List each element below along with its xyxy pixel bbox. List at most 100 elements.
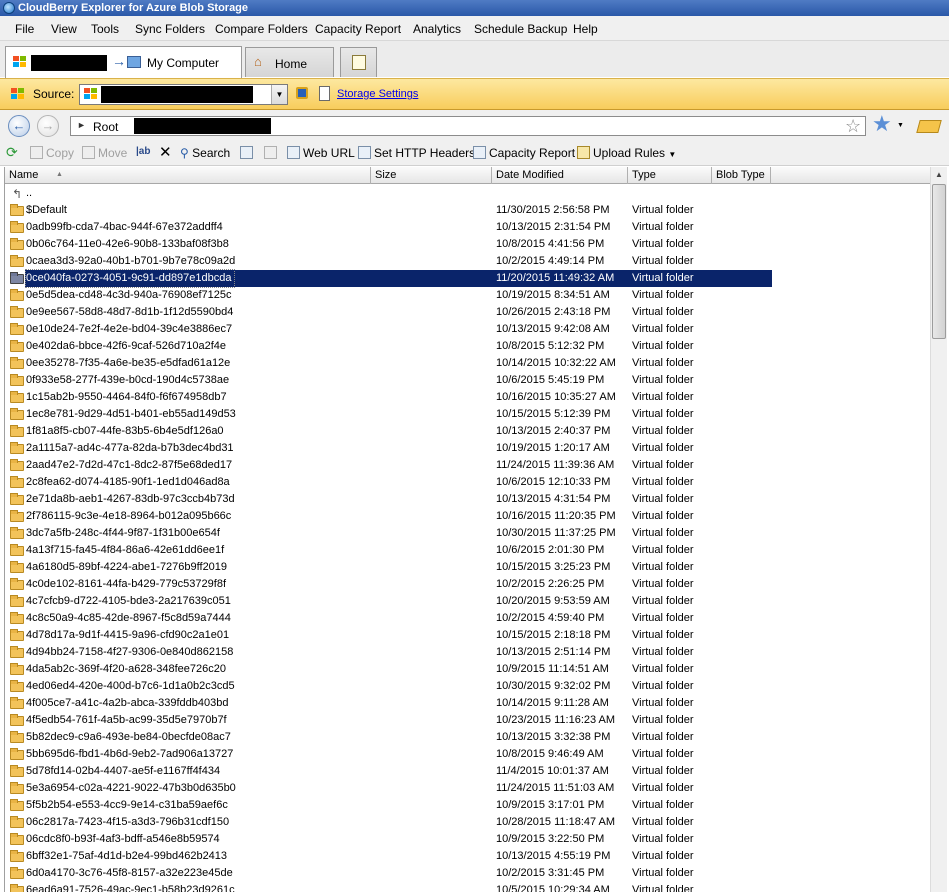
- tab-azure-my-computer[interactable]: → My Computer: [5, 46, 242, 78]
- folder-icon: [10, 646, 24, 658]
- bookmark-star-icon[interactable]: ☆: [845, 117, 861, 135]
- row-name: 2f786115-9c3e-4e18-8964-b012a095b66c: [26, 510, 232, 522]
- chevron-down-icon[interactable]: ▼: [271, 85, 287, 104]
- menu-view[interactable]: View: [51, 22, 77, 36]
- parent-folder-row[interactable]: ↰ ..: [5, 185, 930, 202]
- table-row[interactable]: 4c8c50a9-4c85-42de-8967-f5c8d59a7444 10/2…: [5, 610, 930, 627]
- menu-tools[interactable]: Tools: [91, 22, 119, 36]
- table-row[interactable]: 4f005ce7-a41c-4a2b-abca-339fddb403bd 10/1…: [5, 695, 930, 712]
- table-row[interactable]: 4a6180d5-89bf-4224-abe1-7276b9ff2019 10/1…: [5, 559, 930, 576]
- search-button[interactable]: ⚲ Search: [180, 146, 230, 160]
- storage-settings-link[interactable]: Storage Settings: [337, 88, 418, 100]
- table-row[interactable]: 06c2817a-7423-4f15-a3d3-796b31cdf150 10/2…: [5, 814, 930, 831]
- table-row[interactable]: 4ed06ed4-420e-400d-b7c6-1d1a0b2c3cd5 10/3…: [5, 678, 930, 695]
- table-row[interactable]: 6ead6a91-7526-49ac-9ec1-b58b23d9261c 10/5…: [5, 882, 930, 892]
- new-tab-button[interactable]: [340, 47, 377, 77]
- column-header-name[interactable]: Name ▲: [5, 167, 371, 184]
- table-row[interactable]: 2aad47e2-7d2d-47c1-8dc2-87f5e68ded17 11/2…: [5, 457, 930, 474]
- table-row[interactable]: 4c7cfcb9-d722-4105-bde3-2a217639c051 10/2…: [5, 593, 930, 610]
- table-row[interactable]: 6d0a4170-3c76-45f8-8157-a32e223e45de 10/2…: [5, 865, 930, 882]
- menu-schedule-backup[interactable]: Schedule Backup: [474, 22, 567, 36]
- table-row[interactable]: 3dc7a5fb-248c-4f44-9f87-1f31b00e654f 10/3…: [5, 525, 930, 542]
- column-header-type[interactable]: Type: [628, 167, 712, 184]
- table-row[interactable]: 4da5ab2c-369f-4f20-a628-348fee726c20 10/9…: [5, 661, 930, 678]
- arrow-right-icon: →: [112, 53, 126, 69]
- tab-label-my-computer: My Computer: [147, 56, 220, 70]
- forward-arrow-icon[interactable]: →: [37, 115, 59, 137]
- column-header-size[interactable]: Size: [371, 167, 492, 184]
- folder-icon: [10, 238, 24, 250]
- preview-button[interactable]: [264, 146, 280, 160]
- scroll-up-arrow-icon[interactable]: ▲: [931, 167, 947, 183]
- web-url-label: Web URL: [303, 146, 355, 160]
- table-row[interactable]: 0f933e58-277f-439e-b0cd-190d4c5738ae 10/6…: [5, 372, 930, 389]
- table-row[interactable]: 1f81a8f5-cb07-44fe-83b5-6b4e5df126a0 10/1…: [5, 423, 930, 440]
- properties-button[interactable]: [240, 146, 256, 160]
- capacity-report-button[interactable]: Capacity Report: [473, 146, 575, 160]
- vertical-scrollbar[interactable]: ▲: [930, 167, 947, 892]
- back-arrow-icon[interactable]: ←: [8, 115, 30, 137]
- table-row[interactable]: 6bff32e1-75af-4d1d-b2e4-99bd462b2413 10/1…: [5, 848, 930, 865]
- table-row[interactable]: 5f5b2b54-e553-4cc9-9e14-c31ba59aef6c 10/9…: [5, 797, 930, 814]
- table-row[interactable]: 5d78fd14-02b4-4407-ae5f-e1167ff4f434 11/4…: [5, 763, 930, 780]
- copy-button[interactable]: Copy: [30, 146, 74, 160]
- path-input[interactable]: ► Root ☆: [70, 116, 866, 136]
- row-name: 1c15ab2b-9550-4464-84f0-f6f674958db7: [26, 391, 227, 403]
- upload-rules-button[interactable]: Upload Rules ▼: [577, 146, 676, 160]
- table-row[interactable]: 0e5d5dea-cd48-4c3d-940a-76908ef7125c 10/1…: [5, 287, 930, 304]
- table-row[interactable]: 4a13f715-fa45-4f84-86a6-42e61dd6ee1f 10/6…: [5, 542, 930, 559]
- tab-home[interactable]: ⌂ Home: [245, 47, 334, 77]
- folder-icon: [10, 629, 24, 641]
- table-row[interactable]: 0e10de24-7e2f-4e2e-bd04-39c4e3886ec7 10/1…: [5, 321, 930, 338]
- move-button[interactable]: Move: [82, 146, 127, 160]
- table-row[interactable]: 0e402da6-bbce-42f6-9caf-526d710a2f4e 10/8…: [5, 338, 930, 355]
- folder-icon: [10, 731, 24, 743]
- row-date-modified: 10/2/2015 4:59:40 PM: [496, 612, 605, 624]
- table-row[interactable]: 0b06c764-11e0-42e6-90b8-133baf08f3b8 10/8…: [5, 236, 930, 253]
- refresh-icon[interactable]: ⟳: [6, 144, 18, 161]
- table-row[interactable]: 06cdc8f0-b93f-4af3-bdff-a546e8b59574 10/9…: [5, 831, 930, 848]
- table-row[interactable]: 1ec8e781-9d29-4d51-b401-eb55ad149d53 10/1…: [5, 406, 930, 423]
- table-row[interactable]: 0caea3d3-92a0-40b1-b701-9b7e78c09a2d 10/2…: [5, 253, 930, 270]
- source-label: Source:: [33, 87, 75, 101]
- table-row[interactable]: $Default 11/30/2015 2:56:58 PM Virtual fol…: [5, 202, 930, 219]
- table-row[interactable]: 0adb99fb-cda7-4bac-944f-67e372addff4 10/1…: [5, 219, 930, 236]
- menu-capacity-report[interactable]: Capacity Report: [315, 22, 401, 36]
- table-row[interactable]: 4f5edb54-761f-4a5b-ac99-35d5e7970b7f 10/2…: [5, 712, 930, 729]
- table-row[interactable]: 4d94bb24-7158-4f27-9306-0e840d862158 10/1…: [5, 644, 930, 661]
- rename-icon[interactable]: |ab: [136, 146, 150, 157]
- table-row[interactable]: 5e3a6954-c02a-4221-9022-47b3b0d635b0 11/2…: [5, 780, 930, 797]
- table-row[interactable]: 0ee35278-7f35-4a6e-be35-e5dfad61a12e 10/1…: [5, 355, 930, 372]
- menu-analytics[interactable]: Analytics: [413, 22, 461, 36]
- path-root[interactable]: Root: [93, 120, 118, 134]
- table-row[interactable]: 2f786115-9c3e-4e18-8964-b012a095b66c 10/1…: [5, 508, 930, 525]
- menu-sync-folders[interactable]: Sync Folders: [135, 22, 205, 36]
- web-url-button[interactable]: Web URL: [287, 146, 355, 160]
- toolbar: ⟳ Copy Move |ab ✕ ⚲ Search Web URL Set H…: [0, 142, 949, 166]
- favorites-star-icon[interactable]: ★: [872, 113, 892, 135]
- table-row[interactable]: 1c15ab2b-9550-4464-84f0-f6f674958db7 10/1…: [5, 389, 930, 406]
- table-row[interactable]: 5b82dec9-c9a6-493e-be84-0becfde08ac7 10/1…: [5, 729, 930, 746]
- open-folder-icon[interactable]: [916, 120, 942, 133]
- table-row[interactable]: 2e71da8b-aeb1-4267-83db-97c3ccb4b73d 10/1…: [5, 491, 930, 508]
- menu-file[interactable]: File: [15, 22, 34, 36]
- scrollbar-thumb[interactable]: [932, 184, 946, 339]
- table-row[interactable]: 2c8fea62-d074-4185-90f1-1ed1d046ad8a 10/6…: [5, 474, 930, 491]
- table-row[interactable]: 2a1115a7-ad4c-477a-82da-b7b3dec4bd31 10/1…: [5, 440, 930, 457]
- favorites-dropdown-icon[interactable]: ▼: [897, 122, 904, 129]
- menu-compare-folders[interactable]: Compare Folders: [215, 22, 308, 36]
- set-http-headers-button[interactable]: Set HTTP Headers: [358, 146, 475, 160]
- table-row[interactable]: 0e9ee567-58d8-48d7-8d1b-1f12d5590bd4 10/2…: [5, 304, 930, 321]
- table-row[interactable]: 5bb695d6-fbd1-4b6d-9eb2-7ad906a13727 10/8…: [5, 746, 930, 763]
- column-header-date[interactable]: Date Modified: [492, 167, 628, 184]
- table-row[interactable]: 4c0de102-8161-44fa-b429-779c53729f8f 10/2…: [5, 576, 930, 593]
- column-header-blob-type[interactable]: Blob Type: [712, 167, 771, 184]
- lock-icon[interactable]: [296, 87, 308, 99]
- redacted-path: [134, 118, 271, 134]
- table-row[interactable]: 0ce040fa-0273-4051-9c91-dd897e1dbcda 11/2…: [5, 269, 930, 288]
- source-account-select[interactable]: ▼: [79, 84, 288, 105]
- row-date-modified: 10/8/2015 5:12:32 PM: [496, 340, 605, 352]
- menu-help[interactable]: Help: [573, 22, 598, 36]
- table-row[interactable]: 4d78d17a-9d1f-4415-9a96-cfd90c2a1e01 10/1…: [5, 627, 930, 644]
- delete-icon[interactable]: ✕: [159, 143, 172, 161]
